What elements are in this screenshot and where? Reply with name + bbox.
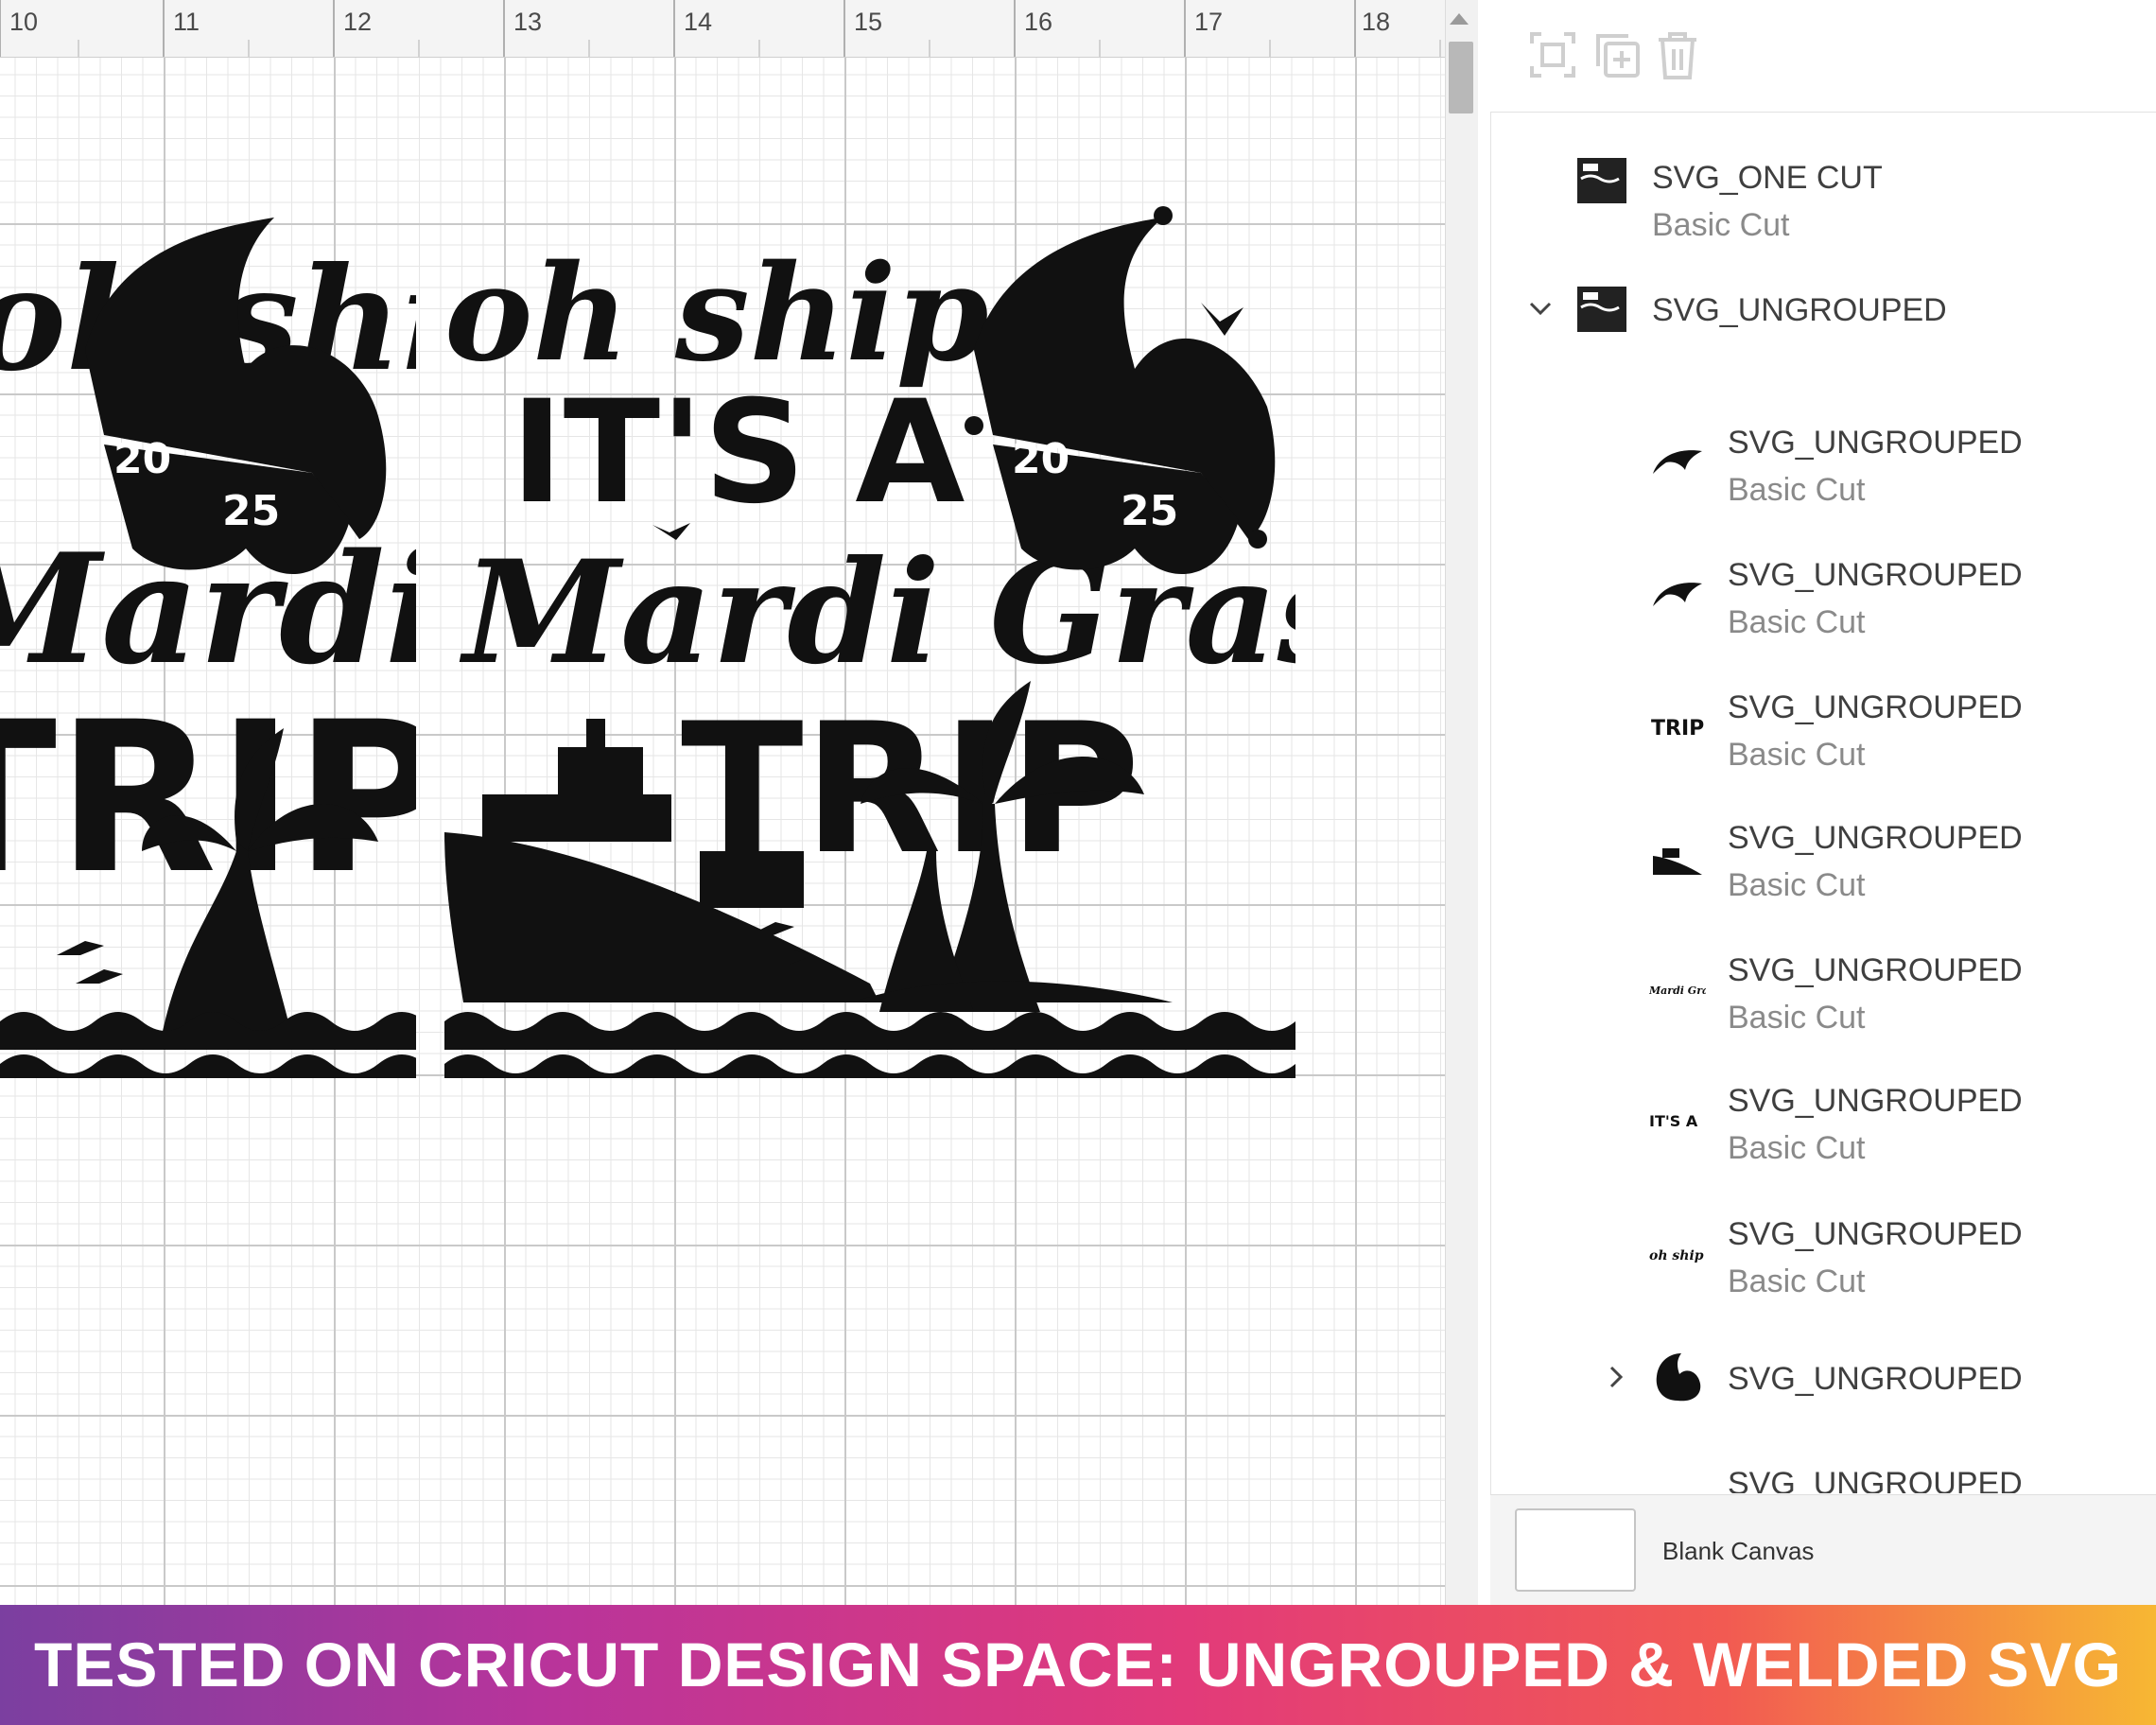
layers-toolbar (1490, 0, 2156, 113)
layer-name: SVG_UNGROUPED (1652, 292, 1947, 328)
blank-canvas-label: Blank Canvas (1662, 1537, 1815, 1565)
duplicate-icon[interactable] (1591, 28, 1643, 81)
layer-operation: Basic Cut (1728, 737, 1866, 773)
design-main[interactable]: oh ship IT'S A Mardi Gras TRIP 20 25 (444, 189, 1295, 1078)
layers-list: SVG_ONE CUT Basic Cut SVG_UNGROUPED SVG_… (1490, 113, 2156, 1493)
design-canvas[interactable]: 10 11 12 13 14 15 16 17 18 oh ship (0, 0, 1445, 1605)
trip-text: TRIP (0, 677, 416, 919)
its-a-text: IT'S A (511, 371, 965, 535)
layer-name: SVG_ONE CUT (1652, 160, 1883, 196)
mardi-gras-text: Mardi Gras (0, 520, 416, 698)
mask-year-right: 25 (222, 487, 280, 535)
trip-text-icon: TRIP (1651, 717, 1704, 741)
layer-operation: Basic Cut (1728, 472, 1866, 508)
scrollbar-thumb[interactable] (1449, 42, 1473, 113)
dolphin-icon (1653, 583, 1702, 606)
scroll-up-arrow-icon[interactable] (1450, 13, 1469, 25)
jester-hat-icon (1656, 1353, 1701, 1402)
chevron-right-icon[interactable] (1602, 1363, 1630, 1391)
canvas-color-swatch[interactable] (1515, 1508, 1636, 1592)
layer-name: SVG_UNGROUPED (1728, 1361, 2023, 1397)
chevron-down-icon[interactable] (1526, 294, 1555, 322)
layer-operation: Basic Cut (1728, 1130, 1866, 1166)
top-ruler: 10 11 12 13 14 15 16 17 18 (0, 0, 1445, 58)
canvas-scrollbar[interactable] (1445, 0, 1478, 1605)
svg-text:IT'S A: IT'S A (1649, 1112, 1698, 1130)
layer-operation: Basic Cut (1728, 1000, 1866, 1036)
layer-name: SVG_UNGROUPED (1728, 1466, 2023, 1493)
mask-year-left: 20 (1012, 435, 1069, 483)
layer-name: SVG_UNGROUPED (1728, 952, 2023, 988)
mask-year-right: 25 (1121, 487, 1178, 535)
layer-row[interactable]: SVG_UNGROUPED Basic Cut (1490, 803, 2156, 903)
layer-row[interactable]: SVG_UNGROUPED Basic Cut (1490, 408, 2156, 508)
mardi-gras-text-icon: Mardi Gras (1649, 984, 1706, 997)
mask-year-left: 20 (113, 435, 171, 483)
layer-group-row[interactable]: SVG_UNGROUPED (1490, 1342, 2156, 1437)
layer-group-row[interactable]: SVG_UNGROUPED (1490, 273, 2156, 368)
layer-row[interactable]: oh ship SVG_UNGROUPED Basic Cut (1490, 1199, 2156, 1299)
svg-text:TRIP: TRIP (1651, 717, 1704, 741)
oh-ship-text-icon: oh ship (1649, 1248, 1704, 1263)
svg-text:oh ship: oh ship (1649, 1248, 1704, 1263)
banner-text: TESTED ON CRICUT DESIGN SPACE: UNGROUPED… (34, 1629, 2122, 1699)
layer-row[interactable]: Mardi Gras SVG_UNGROUPED Basic Cut (1490, 935, 2156, 1036)
design-thumbnail-icon (1577, 287, 1626, 332)
layer-name: SVG_UNGROUPED (1728, 820, 2023, 856)
layer-row[interactable]: TRIP SVG_UNGROUPED Basic Cut (1490, 672, 2156, 773)
design-copy-partial[interactable]: oh ship Mardi Gras TRIP 20 25 (0, 189, 416, 1078)
trash-icon[interactable] (1651, 28, 1704, 81)
layer-name: SVG_UNGROUPED (1728, 1083, 2023, 1119)
layer-name: SVG_UNGROUPED (1728, 1216, 2023, 1252)
layer-name: SVG_UNGROUPED (1728, 557, 2023, 593)
ruler-ticks (0, 0, 1441, 57)
promo-banner: TESTED ON CRICUT DESIGN SPACE: UNGROUPED… (0, 1605, 2156, 1725)
oh-ship-text: oh ship (444, 236, 989, 392)
layer-operation: Basic Cut (1728, 867, 1866, 903)
layer-row[interactable]: SVG_UNGROUPED Basic Cut (1490, 540, 2156, 640)
layer-row[interactable]: IT'S A SVG_UNGROUPED Basic Cut (1490, 1066, 2156, 1166)
layer-row[interactable]: SVG_UNGROUPED (1490, 1449, 2156, 1493)
svg-text:Mardi Gras: Mardi Gras (1649, 984, 1706, 997)
dolphin-icon (1653, 450, 1702, 474)
layer-name: SVG_UNGROUPED (1728, 689, 2023, 725)
design-thumbnail-icon (1577, 158, 1626, 203)
blank-canvas-row[interactable]: Blank Canvas (1490, 1494, 2156, 1606)
group-icon[interactable] (1526, 28, 1579, 81)
layer-operation: Basic Cut (1728, 604, 1866, 640)
layer-row[interactable]: SVG_ONE CUT Basic Cut (1490, 139, 2156, 243)
its-a-text-icon: IT'S A (1649, 1112, 1698, 1130)
ship-icon (1653, 848, 1702, 875)
layer-name: SVG_UNGROUPED (1728, 425, 2023, 461)
layer-operation: Basic Cut (1652, 207, 1790, 243)
layer-operation: Basic Cut (1728, 1263, 1866, 1299)
